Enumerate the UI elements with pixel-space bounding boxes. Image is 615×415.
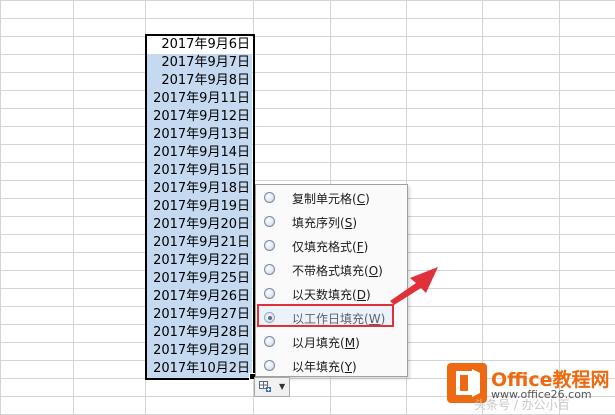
radio-icon[interactable] [264, 264, 275, 275]
radio-icon[interactable] [264, 360, 275, 371]
fill-option-item[interactable]: 复制单元格(C) [256, 186, 407, 210]
fill-option-label: 仅填充格式(F) [292, 240, 369, 254]
selection-border [145, 34, 255, 380]
red-arrow-icon [390, 267, 438, 305]
radio-icon[interactable] [264, 336, 275, 347]
radio-icon[interactable] [264, 192, 275, 203]
dropdown-arrow-icon: ▼ [279, 382, 286, 391]
fill-option-label: 以月填充(M) [292, 336, 360, 350]
fill-option-label: 复制单元格(C) [292, 192, 370, 206]
fill-option-item[interactable]: 以年填充(Y) [256, 354, 407, 378]
fill-option-label: 以天数填充(D) [292, 288, 371, 302]
fill-option-label: 以年填充(Y) [292, 360, 357, 374]
auto-fill-options-icon [259, 381, 271, 392]
radio-icon[interactable] [264, 240, 275, 251]
fill-option-item[interactable]: 仅填充格式(F) [256, 234, 407, 258]
fill-option-label: 不带格式填充(O) [292, 264, 383, 278]
watermark-caption: 头条号 / 办公小百 [474, 398, 570, 412]
auto-fill-options-button[interactable]: ▼ [254, 377, 290, 397]
fill-option-item[interactable]: 以月填充(M) [256, 330, 407, 354]
radio-icon[interactable] [264, 216, 275, 227]
highlight-box [257, 304, 394, 327]
fill-option-item[interactable]: 填充序列(S) [256, 210, 407, 234]
fill-option-label: 填充序列(S) [292, 216, 358, 230]
radio-icon[interactable] [264, 288, 275, 299]
